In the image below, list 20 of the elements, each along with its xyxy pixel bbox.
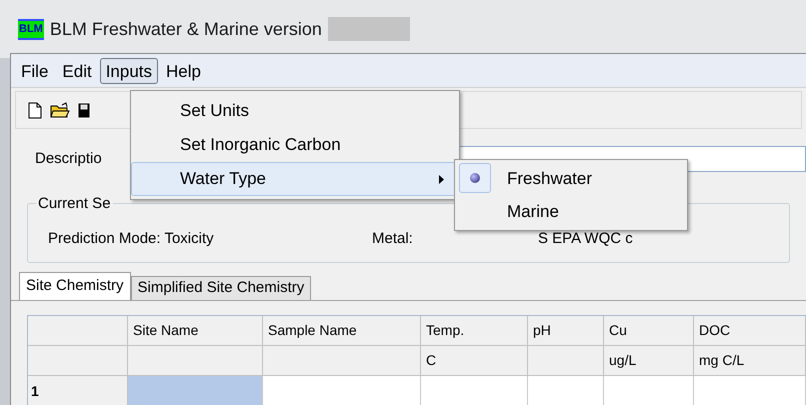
description-label: Descriptio — [35, 148, 102, 169]
submenu-arrow-icon — [439, 174, 444, 184]
menu-entry[interactable]: Set Inorganic Carbon — [131, 128, 459, 162]
row-header: 1 — [28, 376, 128, 405]
menu-entry[interactable]: Set Units — [131, 94, 459, 128]
metal-text: Metal: — [372, 228, 414, 249]
prediction-mode-text: Prediction Mode: Toxicity — [48, 228, 215, 249]
new-document-icon[interactable] — [28, 102, 42, 118]
tab[interactable]: Site Chemistry — [19, 272, 131, 300]
radio-menu-entry[interactable]: Marine — [455, 195, 687, 228]
menu-item[interactable]: File — [15, 58, 54, 84]
open-folder-icon[interactable] — [50, 102, 70, 118]
organism-text: S EPA WQC c — [538, 228, 633, 249]
app-logo: BLM — [18, 18, 44, 40]
menu-item[interactable]: Inputs — [100, 58, 158, 84]
menu-item[interactable]: Edit — [56, 58, 98, 84]
tab[interactable]: Simplified Site Chemistry — [130, 276, 312, 300]
window-title: BLM Freshwater & Marine version — [50, 18, 322, 40]
table-cell[interactable] — [128, 376, 263, 405]
menu-item[interactable]: Help — [160, 58, 207, 84]
